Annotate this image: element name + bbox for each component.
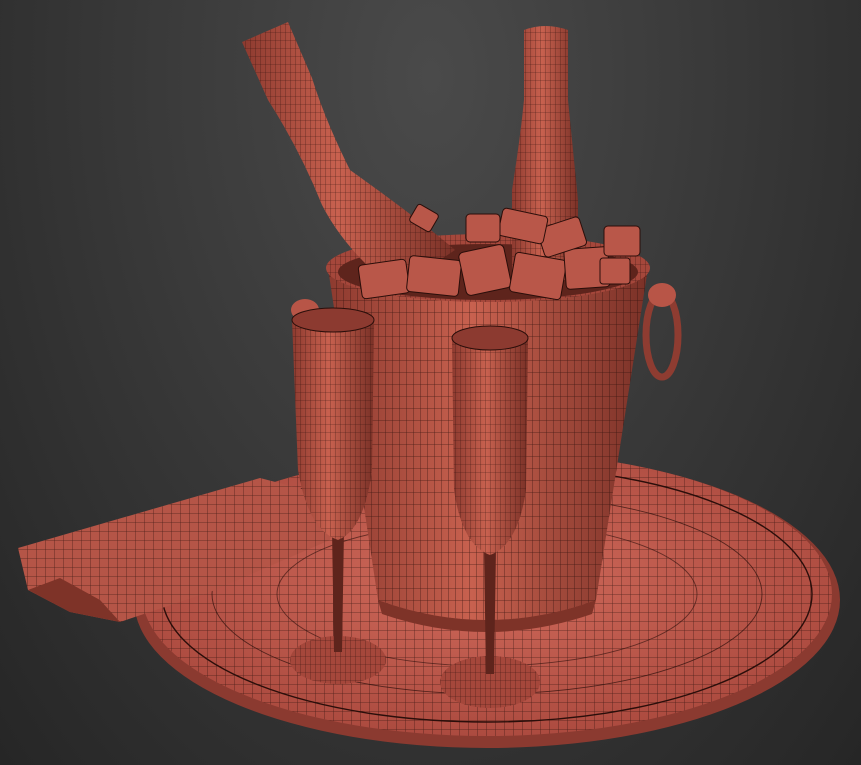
3d-viewport[interactable] [0,0,861,765]
wireframe-scene [18,22,840,748]
champagne-bottle [242,22,455,290]
